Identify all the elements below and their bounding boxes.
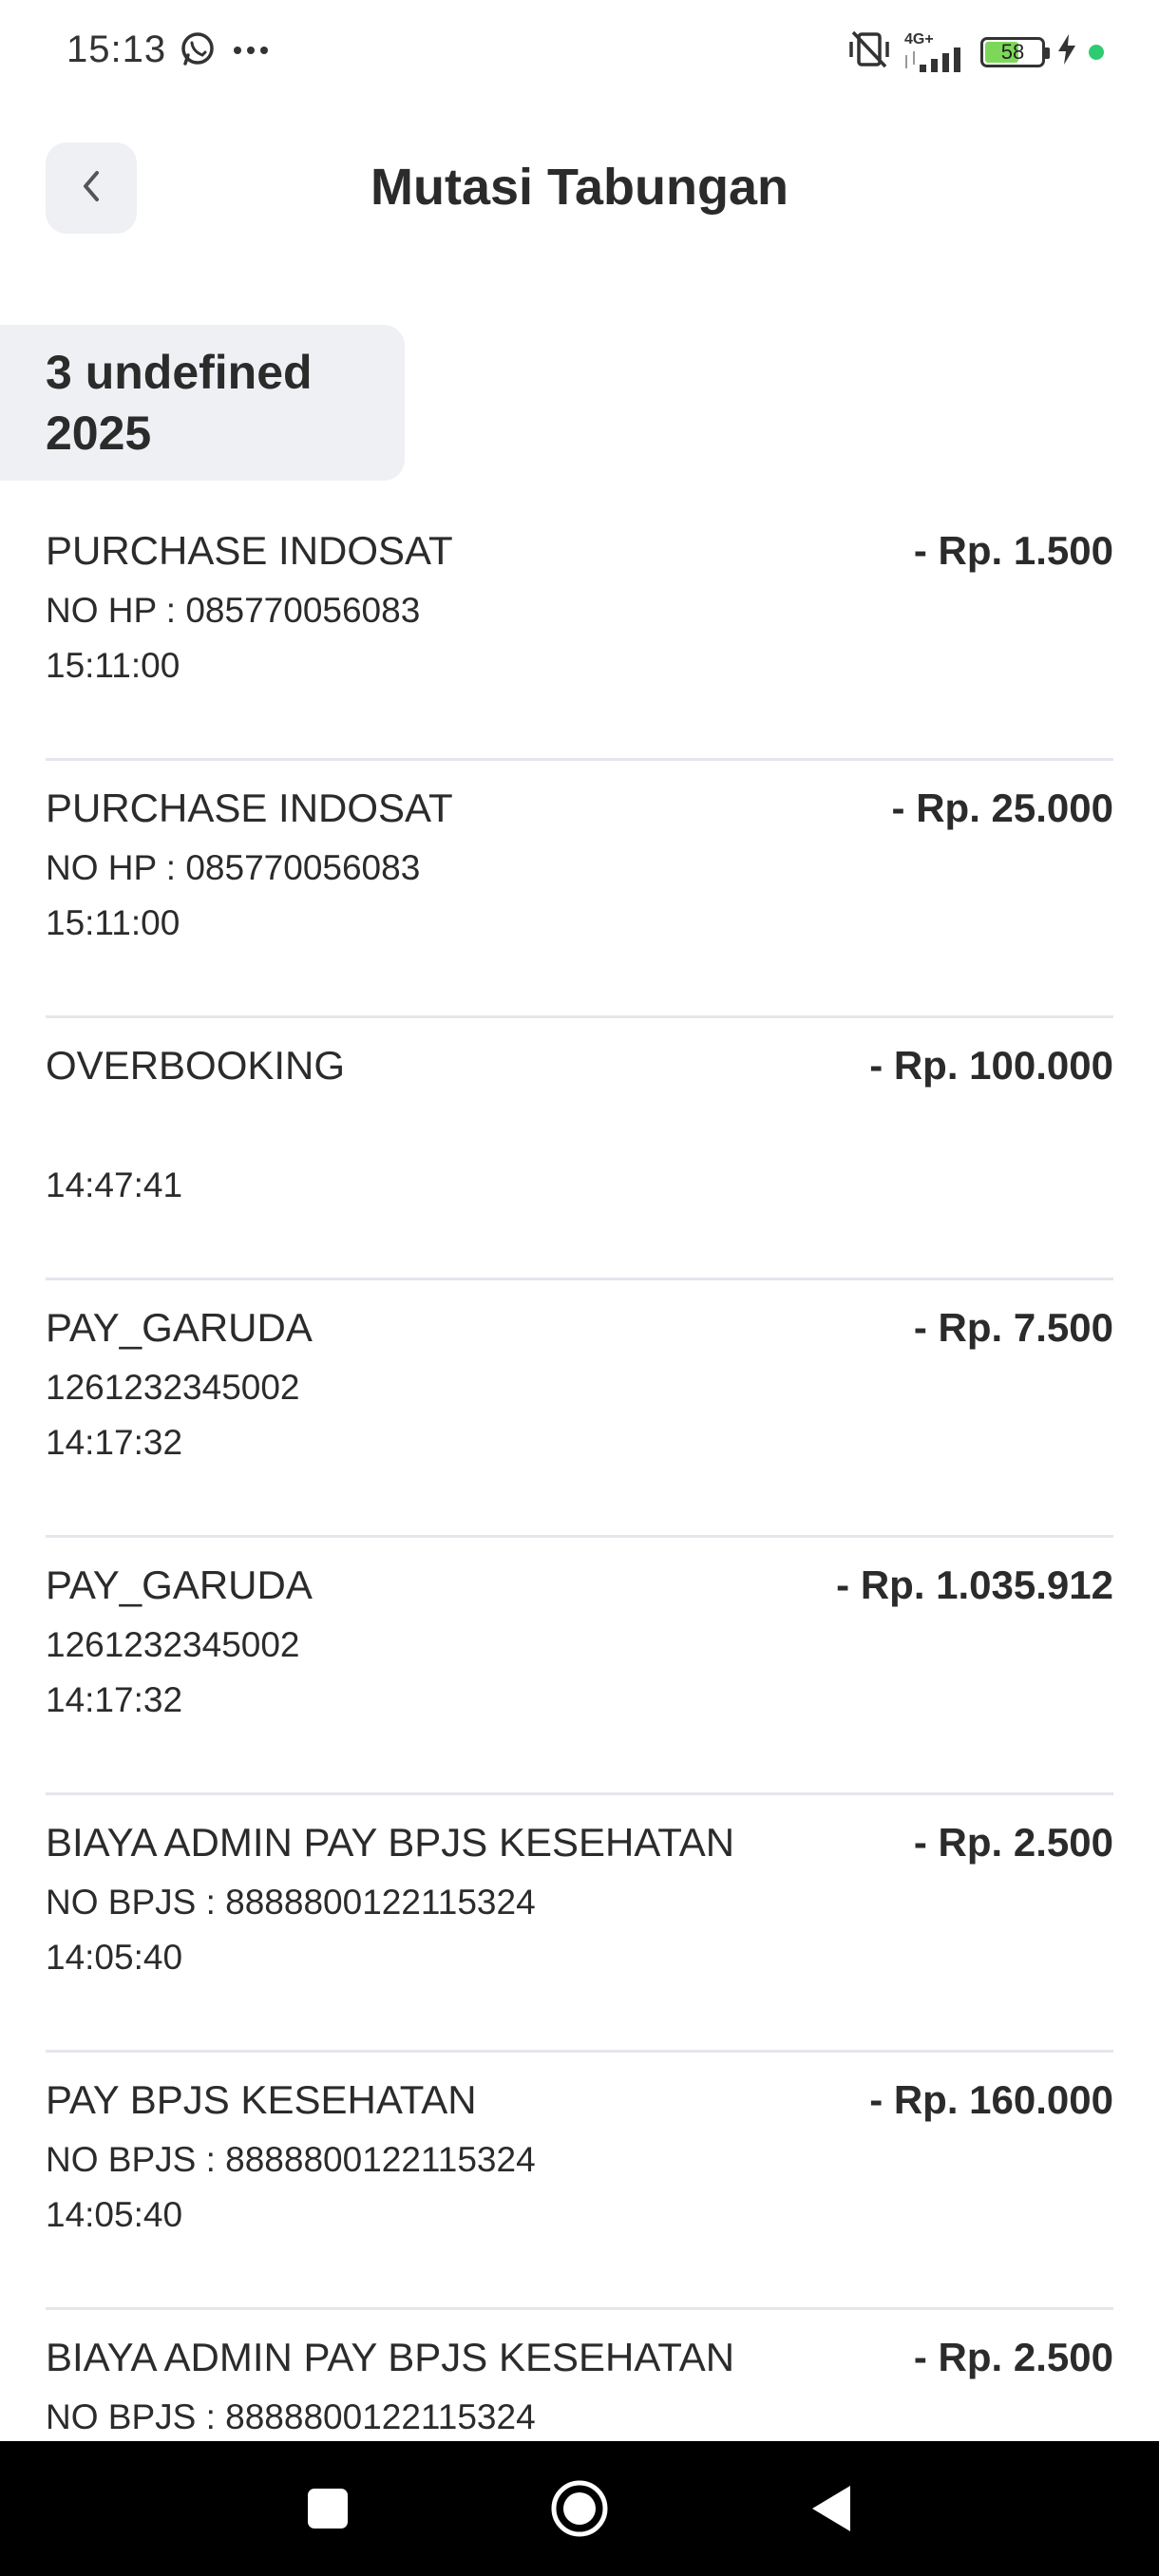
transaction-time: 14:17:32 [46, 1680, 183, 1719]
active-dot-icon [1089, 44, 1104, 60]
transaction-amount: - Rp. 160.000 [869, 2077, 1113, 2122]
transaction-title: PURCHASE INDOSAT [46, 528, 453, 573]
recents-square-icon[interactable] [294, 2475, 361, 2542]
transaction-item[interactable]: PAY_GARUDA - Rp. 7.500 1261232345002 14:… [46, 1280, 1113, 1538]
transaction-item[interactable]: OVERBOOKING - Rp. 100.000 14:47:41 [46, 1018, 1113, 1280]
date-group-header: 3 undefined 2025 [0, 325, 405, 481]
transaction-amount: - Rp. 1.500 [913, 528, 1113, 573]
page-title: Mutasi Tabungan [370, 159, 788, 216]
transaction-list[interactable]: PURCHASE INDOSAT - Rp. 1.500 NO HP : 085… [46, 503, 1113, 2441]
transaction-item[interactable]: BIAYA ADMIN PAY BPJS KESEHATAN - Rp. 2.5… [46, 1795, 1113, 2053]
transaction-title: PURCHASE INDOSAT [46, 786, 453, 830]
network-type: 4G+ [904, 30, 934, 47]
transaction-amount: - Rp. 1.035.912 [836, 1563, 1113, 1607]
transaction-title: PAY BPJS KESEHATAN [46, 2077, 477, 2122]
transaction-title: OVERBOOKING [46, 1043, 346, 1088]
transaction-time: 15:11:00 [46, 903, 180, 942]
transaction-amount: - Rp. 7.500 [913, 1305, 1113, 1350]
transaction-amount: - Rp. 100.000 [869, 1043, 1113, 1088]
transaction-detail: NO BPJS : 8888800122115324 [46, 2140, 536, 2179]
transaction-title: PAY_GARUDA [46, 1305, 313, 1350]
transaction-detail: NO HP : 085770056083 [46, 591, 421, 630]
transaction-item[interactable]: PAY BPJS KESEHATAN - Rp. 160.000 NO BPJS… [46, 2053, 1113, 2310]
vibrate-off-icon [846, 28, 893, 75]
header: Mutasi Tabungan [0, 133, 1159, 247]
transaction-time: 14:05:40 [46, 2195, 183, 2234]
transaction-detail: NO BPJS : 8888800122115324 [46, 1883, 536, 1922]
transaction-item[interactable]: PAY_GARUDA - Rp. 1.035.912 1261232345002… [46, 1538, 1113, 1795]
status-left-icons [179, 30, 270, 73]
more-dots-icon [232, 44, 270, 61]
transaction-detail: NO BPJS : 8888800122115324 [46, 2397, 536, 2436]
status-bar: 15:13 4G+ 58 [0, 0, 1159, 104]
transaction-title: BIAYA ADMIN PAY BPJS KESEHATAN [46, 1820, 735, 1865]
transaction-amount: - Rp. 2.500 [913, 1820, 1113, 1865]
transaction-title: PAY_GARUDA [46, 1563, 313, 1607]
transaction-item[interactable]: BIAYA ADMIN PAY BPJS KESEHATAN - Rp. 2.5… [46, 2310, 1113, 2441]
transaction-time: 15:11:00 [46, 646, 180, 685]
date-label-line2: 2025 [46, 407, 152, 460]
status-time: 15:13 [66, 28, 167, 70]
transaction-item[interactable]: PURCHASE INDOSAT - Rp. 1.500 NO HP : 085… [46, 503, 1113, 761]
transaction-detail: NO HP : 085770056083 [46, 848, 421, 887]
home-circle-icon[interactable] [546, 2475, 613, 2542]
system-nav-bar [0, 2441, 1159, 2576]
transaction-amount: - Rp. 25.000 [891, 786, 1113, 830]
battery-icon: 58 [980, 36, 1050, 67]
transaction-detail: 1261232345002 [46, 1625, 300, 1664]
signal-icon: 4G+ [904, 30, 969, 72]
battery-cap [1045, 47, 1050, 59]
charging-icon [1056, 33, 1077, 70]
transaction-title: BIAYA ADMIN PAY BPJS KESEHATAN [46, 2335, 735, 2379]
whatsapp-icon [179, 30, 217, 73]
status-right-icons: 4G+ 58 [846, 28, 1104, 75]
transaction-amount: - Rp. 2.500 [913, 2335, 1113, 2379]
transaction-item[interactable]: PURCHASE INDOSAT - Rp. 25.000 NO HP : 08… [46, 761, 1113, 1018]
transaction-detail: 1261232345002 [46, 1368, 300, 1407]
transaction-time: 14:05:40 [46, 1938, 183, 1977]
battery-level: 58 [1000, 39, 1025, 64]
transaction-time: 14:47:41 [46, 1165, 183, 1204]
transaction-time: 14:17:32 [46, 1423, 183, 1462]
date-label-line1: 3 undefined [46, 346, 313, 399]
back-triangle-icon[interactable] [798, 2475, 864, 2542]
